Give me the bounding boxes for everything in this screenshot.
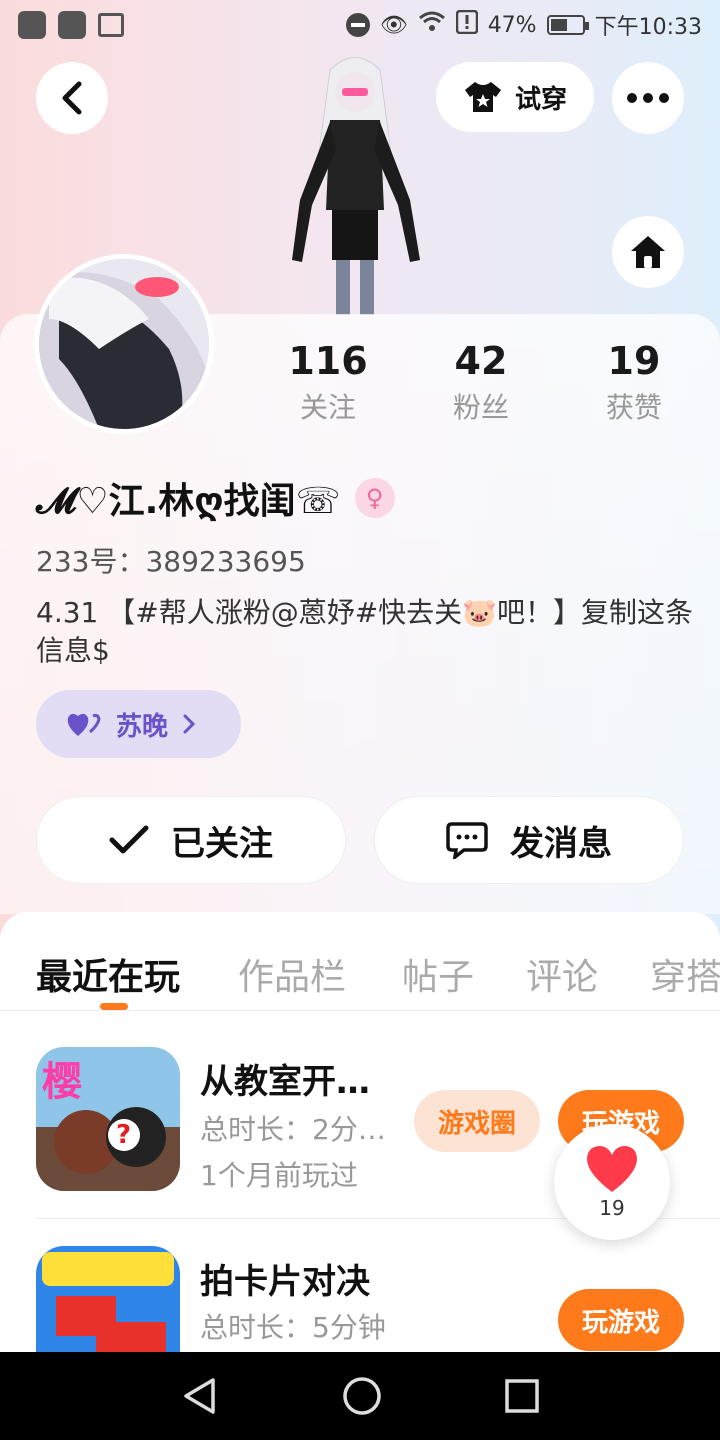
message-label: 发消息 xyxy=(510,823,612,864)
bio-text: 4.31 【#帮人涨粉@蒽妤#快去关🐷吧！】复制这条信息$ xyxy=(36,596,694,667)
check-icon xyxy=(109,825,149,854)
game-icon-1[interactable]: ? 樱 xyxy=(36,1047,180,1191)
like-button[interactable]: 19 xyxy=(554,1124,670,1240)
alert-icon xyxy=(455,9,478,40)
message-button[interactable]: 发消息 xyxy=(374,796,684,884)
system-nav-bar xyxy=(0,1352,720,1440)
dnd-icon xyxy=(345,13,370,37)
character-figure xyxy=(292,57,420,315)
play-game-button[interactable]: 玩游戏 xyxy=(558,1289,684,1351)
nav-recents-icon[interactable] xyxy=(504,1378,540,1414)
tab-bar: 最近在玩 作品栏 帖子 评论 穿搭 xyxy=(0,912,720,1012)
battery-percent: 47% xyxy=(487,12,537,38)
notification-icon xyxy=(18,11,46,39)
game-title: 从教室开… xyxy=(200,1062,370,1102)
nav-back-icon[interactable] xyxy=(180,1376,220,1416)
chat-bubble-icon xyxy=(446,822,488,859)
try-on-button[interactable]: 试穿 xyxy=(436,62,594,132)
stat-following[interactable]: 116 关注 xyxy=(258,338,398,426)
game-circle-button[interactable]: 游戏圈 xyxy=(414,1090,540,1152)
more-dots-icon xyxy=(627,93,669,103)
svg-text:?: ? xyxy=(116,1120,131,1150)
female-icon: ♀ xyxy=(354,478,395,518)
divider xyxy=(0,1010,720,1011)
home-icon xyxy=(631,236,665,268)
profile-page: 👁 47% 下午10:33 试穿 116 关注 42 粉丝 19 获赞 𝓜♡江.… xyxy=(0,0,720,1440)
battery-icon xyxy=(546,15,589,35)
like-count: 19 xyxy=(599,1196,625,1220)
tshirt-icon xyxy=(464,82,501,112)
game-duration: 总时长：5分钟 xyxy=(200,1311,386,1344)
stat-value: 42 xyxy=(454,339,508,383)
stat-label: 获赞 xyxy=(605,391,662,424)
stat-value: 19 xyxy=(607,339,661,383)
tab-works[interactable]: 作品栏 xyxy=(238,948,346,1000)
stat-likes[interactable]: 19 获赞 xyxy=(564,338,704,426)
wifi-icon xyxy=(418,11,446,39)
svg-text:樱: 樱 xyxy=(42,1059,82,1105)
eye-icon: 👁 xyxy=(379,12,408,38)
stat-value: 116 xyxy=(288,339,368,383)
heart-pair-icon xyxy=(67,713,101,736)
stat-fans[interactable]: 42 粉丝 xyxy=(411,338,551,426)
try-on-label: 试穿 xyxy=(514,84,567,115)
followed-label: 已关注 xyxy=(171,823,273,864)
chevron-left-icon xyxy=(62,81,82,115)
more-button[interactable] xyxy=(612,62,684,134)
stat-label: 粉丝 xyxy=(452,391,509,424)
gallery-icon xyxy=(98,13,124,37)
tag-label: 苏晚 xyxy=(116,711,169,742)
game-last-played: 1个月前玩过 xyxy=(200,1159,358,1192)
clock: 下午10:33 xyxy=(594,15,702,40)
followed-button[interactable]: 已关注 xyxy=(36,796,346,884)
tab-comments[interactable]: 评论 xyxy=(526,948,598,1000)
back-button[interactable] xyxy=(36,62,108,134)
game-title: 拍卡片对决 xyxy=(200,1262,370,1302)
heart-icon xyxy=(587,1146,637,1192)
tag-pill[interactable]: 苏晚 xyxy=(36,690,241,758)
user-id: 233号：389233695 xyxy=(36,545,306,578)
notification-icon xyxy=(58,11,86,39)
username: 𝓜♡江.林ღ找闺☏ xyxy=(36,481,341,522)
stat-label: 关注 xyxy=(299,391,356,424)
status-bar: 👁 47% 下午10:33 xyxy=(0,0,720,50)
tab-outfits[interactable]: 穿搭 xyxy=(650,948,720,1000)
chevron-right-icon xyxy=(183,714,196,734)
username-row: 𝓜♡江.林ღ找闺☏ ♀ xyxy=(36,472,395,524)
avatar-image xyxy=(39,259,209,429)
game-thumbnail: ? 樱 xyxy=(36,1047,180,1191)
tab-posts[interactable]: 帖子 xyxy=(402,948,474,1000)
nav-home-icon[interactable] xyxy=(341,1375,383,1417)
game-duration: 总时长：2分… xyxy=(200,1113,386,1146)
avatar[interactable] xyxy=(34,254,214,434)
tab-indicator xyxy=(100,1003,128,1010)
tab-recent-play[interactable]: 最近在玩 xyxy=(36,948,180,1000)
home-button[interactable] xyxy=(612,216,684,288)
